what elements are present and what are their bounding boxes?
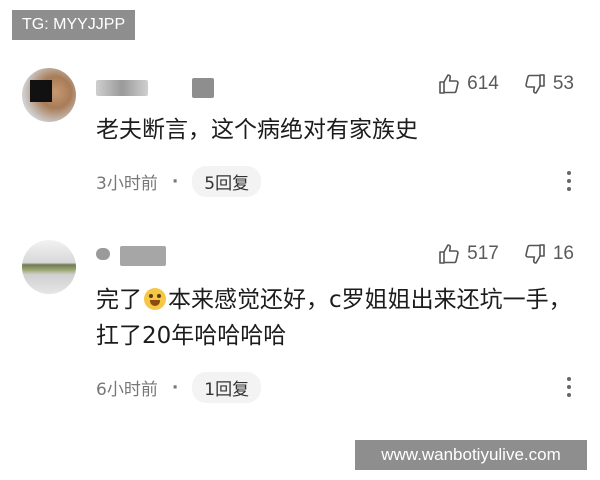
dislike-button[interactable]: 53 xyxy=(523,72,574,96)
like-count: 614 xyxy=(467,73,499,94)
replies-button[interactable]: 5回复 xyxy=(192,166,262,197)
avatar[interactable] xyxy=(22,240,76,294)
watermark-bottom-right: www.wanbotiyulive.com xyxy=(355,440,587,470)
meta-separator: · xyxy=(171,171,179,192)
like-button[interactable]: 517 xyxy=(437,242,499,266)
thumbs-up-icon xyxy=(439,74,459,94)
like-count: 517 xyxy=(467,243,499,264)
comment-item: 517 16 完了 本来感觉还好，c罗姐姐出来还坑一手，扛了20年哈哈哈哈 6小时… xyxy=(0,232,600,403)
username-redacted xyxy=(192,78,214,98)
dislike-count: 53 xyxy=(552,73,574,94)
comment-meta: 3小时前 · 5回复 xyxy=(96,166,262,197)
dislike-button[interactable]: 16 xyxy=(523,242,574,266)
username-redacted xyxy=(96,80,148,96)
thumbs-down-icon xyxy=(525,244,545,264)
comment-body-start: 完了 xyxy=(96,287,142,313)
comment-time: 3小时前 xyxy=(96,174,158,194)
comment-meta: 6小时前 · 1回复 xyxy=(96,372,262,403)
comment-time: 6小时前 xyxy=(96,380,158,400)
avatar-mosaic xyxy=(30,80,52,102)
like-button[interactable]: 614 xyxy=(437,72,499,96)
comment-item: 614 53 老夫断言，这个病绝对有家族史 3小时前 · 5回复 xyxy=(0,62,600,212)
username-redacted xyxy=(96,248,110,260)
comment-body: 完了 本来感觉还好，c罗姐姐出来还坑一手，扛了20年哈哈哈哈 xyxy=(96,282,576,354)
watermark-top-left: TG: MYYJJPP xyxy=(12,10,136,40)
more-options-icon[interactable] xyxy=(566,376,572,398)
comment-body-rest: 本来感觉还好，c罗姐姐出来还坑一手，扛了20年哈哈哈哈 xyxy=(96,287,572,349)
avatar[interactable] xyxy=(22,68,76,122)
replies-button[interactable]: 1回复 xyxy=(192,372,262,403)
laughing-crying-face-icon xyxy=(144,288,166,310)
dislike-count: 16 xyxy=(552,243,574,264)
username-redacted xyxy=(120,246,166,266)
thumbs-down-icon xyxy=(525,74,545,94)
meta-separator: · xyxy=(171,377,179,398)
comment-stats: 517 16 xyxy=(413,242,574,266)
more-options-icon[interactable] xyxy=(566,170,572,192)
comment-stats: 614 53 xyxy=(413,72,574,96)
comment-body: 老夫断言，这个病绝对有家族史 xyxy=(96,117,418,143)
thumbs-up-icon xyxy=(439,244,459,264)
